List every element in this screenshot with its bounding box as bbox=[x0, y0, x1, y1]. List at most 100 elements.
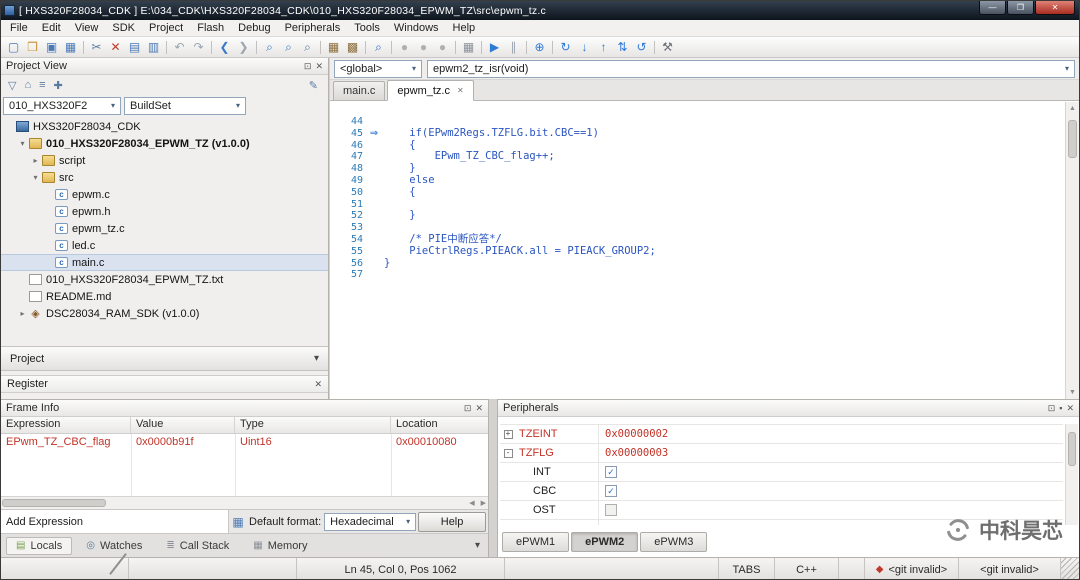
panel-tab-watches[interactable]: ◎ Watches bbox=[76, 537, 152, 555]
connect-icon[interactable]: ● bbox=[395, 38, 414, 56]
panel-splitter[interactable] bbox=[489, 399, 497, 557]
tab-close-icon[interactable]: ✕ bbox=[457, 86, 464, 95]
project-section-bar[interactable]: Project ▾ bbox=[1, 346, 328, 371]
tree-item-main-c[interactable]: c main.c bbox=[1, 254, 328, 271]
code-line[interactable]: 54 /* PIE中断应答*/ bbox=[336, 233, 1065, 246]
column-header-value[interactable]: Value bbox=[131, 417, 235, 433]
tree-expand-icon[interactable]: ▸ bbox=[30, 156, 41, 165]
panel-tab-call-stack[interactable]: ≣ Call Stack bbox=[156, 537, 239, 555]
scope-select[interactable]: <global> bbox=[334, 59, 422, 78]
status-git-remote[interactable]: <git invalid> bbox=[959, 558, 1061, 579]
checkbox-checked[interactable]: ✓ bbox=[605, 466, 617, 478]
peripheral-row-int[interactable]: INT ✓ bbox=[500, 463, 1063, 482]
code-line[interactable]: 52 } bbox=[336, 210, 1065, 222]
delete-icon[interactable]: ✕ bbox=[106, 38, 125, 56]
tree-item-led-c[interactable]: c led.c bbox=[1, 237, 328, 254]
run-icon[interactable]: ▶ bbox=[485, 38, 504, 56]
tree-item-010-hxs320f28034-epwm-tz-txt[interactable]: 010_HXS320F28034_EPWM_TZ.txt bbox=[1, 271, 328, 288]
target-select[interactable]: 010_HXS320F2 bbox=[3, 96, 121, 115]
scrollbar-thumb[interactable] bbox=[1068, 120, 1077, 158]
status-resize-grip[interactable] bbox=[1061, 558, 1079, 579]
column-header-location[interactable]: Location bbox=[391, 417, 488, 433]
pin-icon[interactable]: ▪ bbox=[1059, 403, 1062, 414]
title-bar[interactable]: [ HXS320F28034_CDK ] E:\034_CDK\HXS320F2… bbox=[1, 1, 1079, 20]
peripheral-row-cbc[interactable]: CBC ✓ bbox=[500, 482, 1063, 501]
menu-item-edit[interactable]: Edit bbox=[35, 21, 68, 35]
scroll-arrows[interactable] bbox=[469, 497, 486, 509]
save-icon[interactable]: ▣ bbox=[42, 38, 61, 56]
tree-item-epwm-h[interactable]: c epwm.h bbox=[1, 203, 328, 220]
tree-item-hxs320f28034-cdk[interactable]: HXS320F28034_CDK bbox=[1, 118, 328, 135]
tree-item-epwm-tz-c[interactable]: c epwm_tz.c bbox=[1, 220, 328, 237]
code-line[interactable]: 57 bbox=[336, 269, 1065, 281]
help-button[interactable]: Help bbox=[418, 511, 486, 532]
status-tabs-indicator[interactable]: TABS bbox=[719, 558, 775, 579]
home-icon[interactable]: ⌂ bbox=[24, 79, 31, 91]
menu-item-tools[interactable]: Tools bbox=[347, 21, 387, 35]
peripheral-tab-epwm2[interactable]: ePWM2 bbox=[571, 532, 639, 552]
tree-item-readme-md[interactable]: README.md bbox=[1, 288, 328, 305]
collapse-icon[interactable]: - bbox=[500, 448, 516, 458]
editor-scrollbar[interactable] bbox=[1065, 102, 1079, 399]
watch-expression-row[interactable]: EPwm_TZ_CBC_flag 0x0000b91f Uint16 0x000100… bbox=[1, 434, 488, 450]
step-over-icon[interactable]: ⇅ bbox=[613, 38, 632, 56]
redo-icon[interactable]: ↷ bbox=[189, 38, 208, 56]
tree-expand-icon[interactable]: ▾ bbox=[17, 139, 28, 148]
dock-icon[interactable]: ⊡ bbox=[304, 61, 312, 72]
navigate-forward-icon[interactable]: ❯ bbox=[234, 38, 253, 56]
peripheral-tab-epwm1[interactable]: ePWM1 bbox=[502, 532, 570, 552]
close-icon[interactable]: ✕ bbox=[475, 403, 483, 414]
tree-expand-icon[interactable]: ▸ bbox=[17, 309, 28, 318]
step-out-icon[interactable]: ↑ bbox=[594, 38, 613, 56]
dock-icon[interactable]: ⊡ bbox=[464, 403, 472, 414]
code-line[interactable]: 50 { bbox=[336, 186, 1065, 199]
collapse-all-icon[interactable]: ≡ bbox=[39, 79, 45, 91]
add-expression-field[interactable]: Add Expression bbox=[1, 510, 229, 533]
frame-info-hscrollbar[interactable] bbox=[1, 496, 488, 509]
peripheral-row-tzflg[interactable]: - TZFLG 0x00000003 bbox=[500, 444, 1063, 463]
close-icon[interactable]: ✕ bbox=[314, 379, 322, 390]
expander-box[interactable]: - bbox=[503, 448, 513, 458]
maximize-button[interactable]: ❐ bbox=[1007, 1, 1034, 15]
format-icon[interactable]: ▦ bbox=[229, 515, 247, 529]
open-file-icon[interactable]: ❒ bbox=[23, 38, 42, 56]
menu-item-debug[interactable]: Debug bbox=[231, 21, 277, 35]
reset-icon[interactable]: ● bbox=[433, 38, 452, 56]
code-line[interactable]: 55 PieCtrlRegs.PIEACK.all = PIEACK_GROUP… bbox=[336, 245, 1065, 258]
column-header-expression[interactable]: Expression bbox=[1, 417, 131, 433]
column-header-type[interactable]: Type bbox=[235, 417, 391, 433]
menu-item-sdk[interactable]: SDK bbox=[105, 21, 142, 35]
refresh-icon[interactable]: ↺ bbox=[632, 38, 651, 56]
undo-icon[interactable]: ↶ bbox=[170, 38, 189, 56]
tree-item-script[interactable]: ▸ script bbox=[1, 152, 328, 169]
menu-item-help[interactable]: Help bbox=[446, 21, 483, 35]
tree-item-010-hxs320f28034-epwm-tz-v1-0-0[interactable]: ▾ 010_HXS320F28034_EPWM_TZ (v1.0.0) bbox=[1, 135, 328, 152]
search-in-files-icon[interactable]: ⌕ bbox=[279, 38, 298, 56]
tree-item-src[interactable]: ▾ src bbox=[1, 169, 328, 186]
code-line[interactable]: 47 EPwm_TZ_CBC_flag++; bbox=[336, 151, 1065, 163]
peripheral-row-tzeint[interactable]: + TZEINT 0x00000002 bbox=[500, 425, 1063, 444]
expander-box[interactable]: + bbox=[503, 429, 513, 439]
search-icon[interactable]: ⌕ bbox=[260, 38, 279, 56]
pin-icon[interactable]: ✚ bbox=[54, 79, 63, 92]
scrollbar-thumb[interactable] bbox=[1068, 432, 1076, 466]
tree-expand-icon[interactable]: ▾ bbox=[30, 173, 41, 182]
checkbox-unchecked[interactable] bbox=[605, 504, 617, 516]
panel-tab-locals[interactable]: ▤ Locals bbox=[6, 536, 73, 555]
tree-item-dsc28034-ram-sdk-v1-0-0[interactable]: ▸ ◈ DSC28034_RAM_SDK (v1.0.0) bbox=[1, 305, 328, 322]
status-git-branch[interactable]: ◆ <git invalid> bbox=[865, 558, 959, 579]
navigate-back-icon[interactable]: ❮ bbox=[215, 38, 234, 56]
scroll-down-icon[interactable] bbox=[1066, 386, 1079, 399]
filter-icon[interactable]: ▽ bbox=[8, 79, 16, 92]
code-line[interactable]: 45 ⇒ if(EPwm2Regs.TZFLG.bit.CBC==1) bbox=[336, 127, 1065, 140]
panel-tab-memory[interactable]: ▦ Memory bbox=[243, 537, 317, 555]
flash-download-icon[interactable]: ▦ bbox=[459, 38, 478, 56]
checkbox-checked[interactable]: ✓ bbox=[605, 485, 617, 497]
build-icon[interactable]: ▦ bbox=[324, 38, 343, 56]
new-file-icon[interactable]: ▢ bbox=[4, 38, 23, 56]
code-line[interactable]: 48 } bbox=[336, 162, 1065, 175]
code-line[interactable]: 56} bbox=[336, 257, 1065, 270]
replace-icon[interactable]: ⌕ bbox=[298, 38, 317, 56]
status-cursor-position[interactable]: Ln 45, Col 0, Pos 1062 bbox=[297, 558, 505, 579]
copy-icon[interactable]: ▤ bbox=[125, 38, 144, 56]
